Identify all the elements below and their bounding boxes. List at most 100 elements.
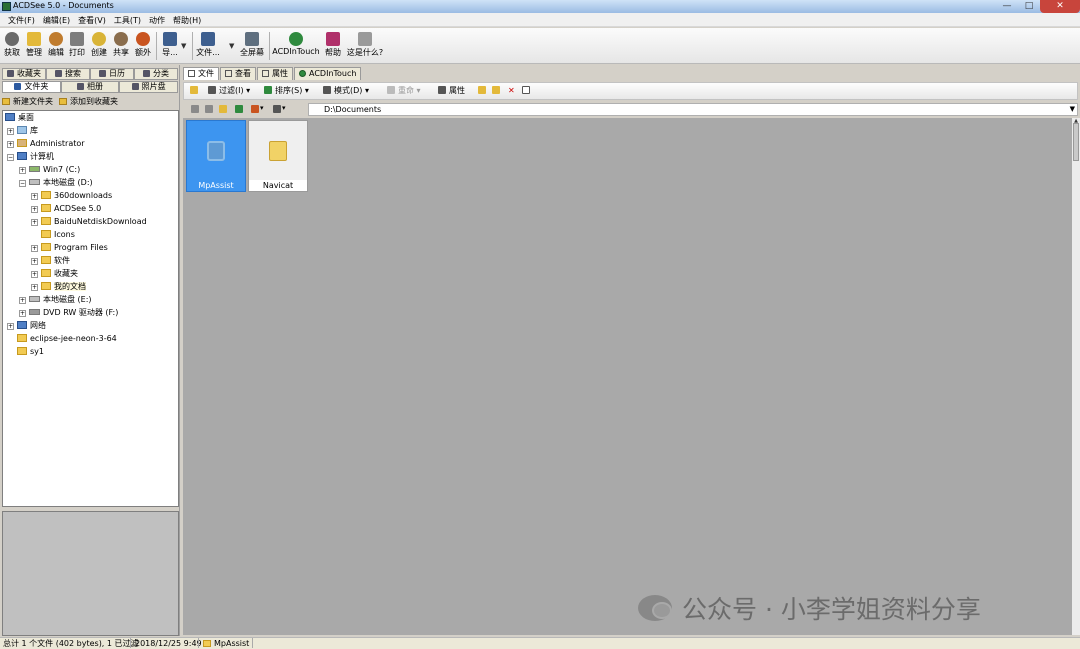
file-thumbnail[interactable]: Navicat — [248, 120, 308, 192]
expand-icon[interactable]: + — [19, 297, 26, 304]
path-input[interactable]: D:\Documents ▼ — [308, 103, 1078, 116]
filter-button[interactable]: 过滤(I) ▾ — [208, 86, 250, 96]
tree-item[interactable]: + 本地磁盘 (E:) — [19, 294, 92, 307]
menu-tools[interactable]: 工具(T) — [110, 13, 145, 26]
tree-item[interactable]: + ACDSee 5.0 — [31, 203, 101, 216]
tab-acdintouch[interactable]: ACDInTouch — [294, 67, 362, 80]
expand-icon[interactable]: + — [31, 219, 38, 226]
expand-icon[interactable]: + — [31, 206, 38, 213]
tab-view[interactable]: 查看 — [220, 67, 256, 80]
tree-item[interactable]: 桌面 — [5, 112, 34, 125]
tab-search[interactable]: 搜索 — [46, 68, 90, 80]
expand-icon[interactable]: + — [19, 167, 26, 174]
move-to-button[interactable] — [492, 86, 503, 96]
expand-icon[interactable]: + — [7, 128, 14, 135]
acdintouch-button[interactable]: ACDInTouch — [272, 30, 320, 62]
menu-actions[interactable]: 动作 — [145, 13, 169, 26]
folder-tree[interactable]: 桌面 + 库 + Administrator − 计算机 + Win7 (C:) − 本地… — [2, 110, 179, 507]
fullscreen-icon — [245, 32, 259, 46]
delete-button[interactable]: ✕ — [508, 86, 515, 96]
tree-item[interactable]: + Administrator — [7, 138, 85, 151]
file-list[interactable]: MpAssist Navicat — [183, 118, 1072, 635]
chevron-down-icon[interactable]: ▾ — [260, 104, 264, 112]
expand-icon[interactable]: + — [31, 245, 38, 252]
tree-item[interactable]: − 本地磁盘 (D:) — [19, 177, 93, 190]
tree-item[interactable]: sy1 — [17, 346, 44, 359]
close-button[interactable]: ✕ — [1040, 0, 1080, 13]
tab-calendar[interactable]: 日历 — [90, 68, 134, 80]
manage-button[interactable]: 管理 — [24, 30, 44, 62]
tab-category[interactable]: 分类 — [134, 68, 178, 80]
expand-icon[interactable]: + — [19, 310, 26, 317]
tree-item[interactable]: + Win7 (C:) — [19, 164, 80, 177]
tab-properties[interactable]: 属性 — [257, 67, 293, 80]
toolbar-separator — [269, 32, 270, 60]
menu-view[interactable]: 查看(V) — [74, 13, 110, 26]
navigate-button[interactable]: 导... — [160, 30, 180, 62]
tree-item[interactable]: + 收藏夹 — [31, 268, 78, 281]
tree-item[interactable]: + BaiduNetdiskDownload — [31, 216, 147, 229]
copy-to-button[interactable] — [478, 86, 489, 96]
tree-item[interactable]: + DVD RW 驱动器 (F:) — [19, 307, 118, 320]
menu-file[interactable]: 文件(F) — [4, 13, 39, 26]
slideshow-button[interactable] — [522, 86, 533, 96]
properties-button[interactable]: 属性 — [438, 86, 465, 96]
menu-edit[interactable]: 编辑(E) — [39, 13, 74, 26]
properties-icon — [262, 70, 269, 77]
minimize-button[interactable]: — — [996, 0, 1018, 13]
fullscreen-button[interactable]: 全屏幕 — [238, 30, 266, 62]
maximize-button[interactable]: □ — [1018, 0, 1040, 13]
tree-item[interactable]: eclipse-jee-neon-3-64 — [17, 333, 117, 346]
expand-icon[interactable]: + — [7, 141, 14, 148]
up-folder-icon[interactable] — [219, 105, 227, 113]
rename-button[interactable]: 重命 ▾ — [387, 86, 421, 96]
new-folder-button[interactable]: 新建文件夹 — [2, 96, 53, 109]
sort-button[interactable]: 排序(S) ▾ — [264, 86, 309, 96]
view-mode-icon[interactable] — [273, 105, 281, 113]
tab-files[interactable]: 文件 — [183, 67, 219, 80]
edit-button[interactable]: 编辑 — [46, 30, 66, 62]
expand-icon[interactable]: + — [31, 271, 38, 278]
tree-item[interactable]: + 库 — [7, 125, 38, 138]
refresh-icon[interactable] — [235, 105, 243, 113]
file-button[interactable]: 文件... — [196, 30, 220, 62]
expand-icon[interactable]: + — [7, 323, 14, 330]
chevron-down-icon[interactable]: ▾ — [282, 104, 286, 112]
expand-icon[interactable]: + — [31, 258, 38, 265]
extra-button[interactable]: 额外 — [133, 30, 153, 62]
chevron-down-icon[interactable]: ▼ — [229, 42, 234, 50]
expand-icon[interactable]: + — [31, 193, 38, 200]
chevron-down-icon[interactable]: ▼ — [181, 42, 186, 50]
history-icon[interactable] — [251, 105, 259, 113]
help-button[interactable]: 帮助 — [323, 30, 343, 62]
tab-albums[interactable]: 相册 — [60, 81, 120, 93]
scrollbar-thumb[interactable] — [1073, 123, 1079, 161]
vertical-scrollbar[interactable] — [1072, 118, 1080, 635]
whats-this-button[interactable]: 这是什么? — [346, 30, 384, 62]
chevron-down-icon[interactable]: ▼ — [1070, 104, 1075, 115]
up-folder-button[interactable] — [190, 86, 201, 96]
file-thumbnail[interactable]: MpAssist — [186, 120, 246, 192]
tree-item[interactable]: + Program Files — [31, 242, 108, 255]
tree-item[interactable]: + 我的文档 — [31, 281, 86, 294]
tree-item[interactable]: + 软件 — [31, 255, 70, 268]
collapse-icon[interactable]: − — [19, 180, 26, 187]
add-favorite-button[interactable]: 添加到收藏夹 — [59, 96, 118, 109]
print-button[interactable]: 打印 — [67, 30, 87, 62]
tab-folders[interactable]: 文件夹 — [2, 81, 61, 93]
tree-item[interactable]: +360downloads — [31, 190, 112, 203]
tree-item[interactable]: + 网络 — [7, 320, 46, 333]
share-button[interactable]: 共享 — [111, 30, 131, 62]
acquire-button[interactable]: 获取 — [2, 30, 22, 62]
forward-folder-icon[interactable] — [205, 105, 213, 113]
mode-button[interactable]: 模式(D) ▾ — [323, 86, 369, 96]
expand-icon[interactable]: + — [31, 284, 38, 291]
tab-photo-disc[interactable]: 照片盘 — [119, 81, 179, 93]
collapse-icon[interactable]: − — [7, 154, 14, 161]
tree-item[interactable]: − 计算机 — [7, 151, 54, 164]
back-folder-icon[interactable] — [191, 105, 199, 113]
tree-item[interactable]: Icons — [41, 229, 75, 242]
create-button[interactable]: 创建 — [89, 30, 109, 62]
menu-help[interactable]: 帮助(H) — [169, 13, 205, 26]
tab-favorites[interactable]: 收藏夹 — [2, 68, 46, 80]
